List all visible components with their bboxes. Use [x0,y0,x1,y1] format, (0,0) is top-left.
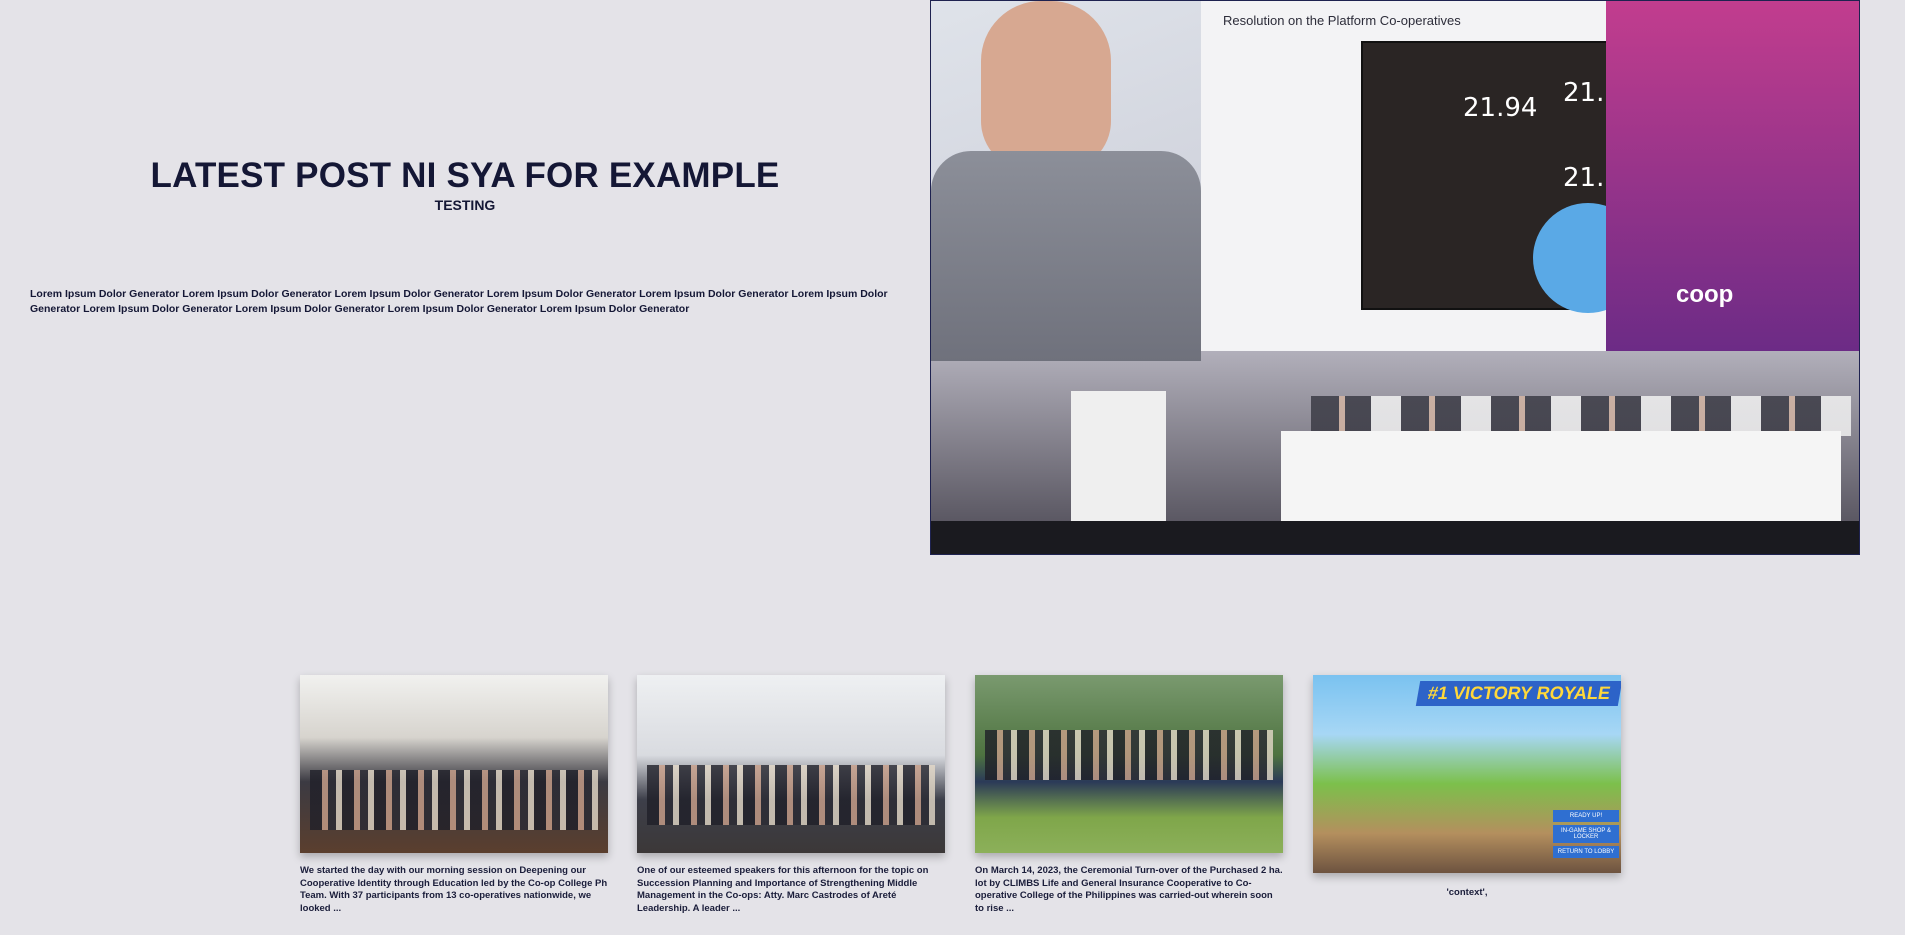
group-photo [647,765,935,825]
photo-backdrop [931,1,1201,361]
post-thumbnail[interactable] [975,675,1283,853]
post-card[interactable]: One of our esteemed speakers for this af… [637,675,945,915]
speaker-figure [981,1,1111,171]
post-thumbnail[interactable]: #1 VICTORY ROYALE READY UP! IN-GAME SHOP… [1313,675,1621,873]
group-photo [310,770,598,830]
post-card[interactable]: On March 14, 2023, the Ceremonial Turn-o… [975,675,1283,915]
post-thumbnail[interactable] [637,675,945,853]
page-subtitle: TESTING [434,197,496,213]
podium [1071,391,1166,541]
group-photo [985,730,1273,780]
post-excerpt: On March 14, 2023, the Ceremonial Turn-o… [975,865,1283,914]
event-banner: coop [1606,1,1859,351]
post-card[interactable]: We started the day with our morning sess… [300,675,608,915]
panel-people [1311,396,1851,436]
game-menu: READY UP! IN-GAME SHOP & LOCKER RETURN T… [1553,810,1619,861]
post-excerpt: We started the day with our morning sess… [300,865,608,914]
featured-photo[interactable]: Resolution on the Platform Co-operatives… [930,0,1860,555]
coop-logo: coop [1676,281,1734,308]
hero-body-text: Lorem Ipsum Dolor Generator Lorem Ipsum … [30,287,888,315]
presentation-slide: Resolution on the Platform Co-operatives… [1201,1,1655,351]
slide-number: 21.94 [1463,93,1538,123]
return-lobby-button: RETURN TO LOBBY [1553,846,1619,858]
page-title: LATEST POST NI SYA FOR EXAMPLE [150,156,780,195]
shop-locker-button: IN-GAME SHOP & LOCKER [1553,825,1619,843]
slide-title: Resolution on the Platform Co-operatives [1223,13,1461,28]
post-excerpt: 'context', [1446,887,1488,898]
panel-table [1281,431,1841,521]
stage-floor [931,521,1859,554]
victory-banner: #1 VICTORY ROYALE [1415,681,1621,706]
post-thumbnail[interactable] [300,675,608,853]
ready-up-button: READY UP! [1553,810,1619,822]
post-excerpt: One of our esteemed speakers for this af… [637,865,929,914]
post-card[interactable]: #1 VICTORY ROYALE READY UP! IN-GAME SHOP… [1313,675,1621,900]
speaker-suit [931,151,1201,361]
